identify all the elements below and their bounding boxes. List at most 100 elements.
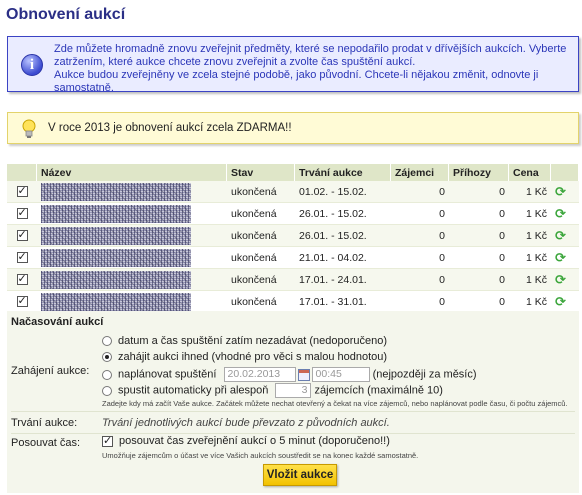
- refresh-icon[interactable]: ⟳: [551, 203, 579, 225]
- shift-option[interactable]: posouvat čas zveřejnění aukcí o 5 minut …: [102, 434, 390, 447]
- refresh-icon[interactable]: ⟳: [551, 291, 579, 313]
- blurred-title-image: [41, 248, 191, 267]
- row-interested: 0: [391, 291, 449, 313]
- option-now-label: zahájit aukci ihned (vhodné pro věci s m…: [118, 351, 388, 363]
- row-status: ukončená: [227, 203, 295, 225]
- row-select-checkbox[interactable]: [7, 203, 37, 225]
- row-price: 1 Kč: [509, 247, 551, 269]
- row-status: ukončená: [227, 225, 295, 247]
- refresh-icon[interactable]: ⟳: [551, 269, 579, 291]
- option-planned[interactable]: naplánovat spuštění 20.02.2013 00:45 (nej…: [102, 367, 477, 382]
- checkbox[interactable]: [16, 272, 28, 286]
- row-status: ukončená: [227, 181, 295, 203]
- shift-label: Posouvat čas:: [11, 437, 81, 449]
- checkbox[interactable]: [16, 294, 28, 308]
- settings-heading: Načasování aukcí: [11, 316, 104, 328]
- radio-later[interactable]: [102, 336, 112, 347]
- radio-now[interactable]: [102, 352, 112, 363]
- refresh-icon[interactable]: ⟳: [555, 294, 566, 309]
- table-header-row: Název Stav Trvání aukce Zájemci Příhozy …: [7, 164, 579, 181]
- row-interested: 0: [391, 269, 449, 291]
- lightbulb-icon: [22, 119, 36, 138]
- duration-text: Trvání jednotlivých aukcí bude převzato …: [102, 417, 390, 429]
- row-duration: 26.01. - 15.02.: [295, 225, 391, 247]
- option-auto[interactable]: spustit automaticky při alespoň 3 zájemc…: [102, 383, 443, 398]
- row-price: 1 Kč: [509, 269, 551, 291]
- row-select-checkbox[interactable]: [7, 181, 37, 203]
- auctions-table-wrap: Název Stav Trvání aukce Zájemci Příhozy …: [7, 164, 579, 313]
- row-status: ukončená: [227, 291, 295, 313]
- checkbox[interactable]: [16, 206, 28, 220]
- shift-checkbox[interactable]: [102, 434, 113, 447]
- timing-settings: Načasování aukcí Zahájení aukce: datum a…: [7, 311, 579, 493]
- refresh-icon[interactable]: ⟳: [551, 225, 579, 247]
- col-status[interactable]: Stav: [227, 164, 295, 181]
- refresh-icon[interactable]: ⟳: [555, 206, 566, 221]
- checkbox[interactable]: [16, 184, 28, 198]
- row-bids: 0: [449, 181, 509, 203]
- row-interested: 0: [391, 225, 449, 247]
- row-status: ukončená: [227, 247, 295, 269]
- submit-button[interactable]: Vložit aukce: [263, 464, 337, 486]
- radio-auto[interactable]: [102, 385, 112, 396]
- checkbox[interactable]: [16, 250, 28, 264]
- row-interested: 0: [391, 247, 449, 269]
- refresh-icon[interactable]: ⟳: [555, 184, 566, 199]
- refresh-icon[interactable]: ⟳: [555, 228, 566, 243]
- table-row: ukončená26.01. - 15.02.001 Kč⟳: [7, 203, 579, 225]
- option-auto-label: spustit automaticky při alespoň: [118, 384, 269, 397]
- radio-planned[interactable]: [102, 369, 112, 380]
- planned-time-input[interactable]: 00:45: [311, 367, 370, 382]
- row-title-obscured: [37, 203, 227, 225]
- duration-label: Trvání aukce:: [11, 417, 78, 429]
- refresh-icon[interactable]: ⟳: [555, 272, 566, 287]
- col-interested[interactable]: Zájemci: [391, 164, 449, 181]
- page-title: Obnovení aukcí: [6, 6, 126, 23]
- auto-count-input[interactable]: 3: [275, 383, 312, 398]
- row-select-checkbox[interactable]: [7, 291, 37, 313]
- row-price: 1 Kč: [509, 291, 551, 313]
- blurred-title-image: [41, 270, 191, 289]
- start-hint: Zadejte kdy má začít Vaše aukce. Začátek…: [102, 399, 568, 408]
- row-title-obscured: [37, 269, 227, 291]
- info-line: Aukce budou zveřejněny ve zcela stejné p…: [54, 69, 539, 94]
- table-row: ukončená01.02. - 15.02.001 Kč⟳: [7, 181, 579, 203]
- blurred-title-image: [41, 182, 191, 201]
- option-later[interactable]: datum a čas spuštění zatím nezadávat (ne…: [102, 335, 387, 347]
- table-row: ukončená17.01. - 31.01.001 Kč⟳: [7, 291, 579, 313]
- col-duration[interactable]: Trvání aukce: [295, 164, 391, 181]
- info-icon: i: [21, 54, 43, 76]
- info-line: zatržením, které aukce chcete znovu zveř…: [54, 56, 416, 68]
- option-now[interactable]: zahájit aukci ihned (vhodné pro věci s m…: [102, 351, 387, 363]
- info-line: Zde můžete hromadně znovu zveřejnit před…: [54, 43, 567, 55]
- row-select-checkbox[interactable]: [7, 269, 37, 291]
- tip-box: V roce 2013 je obnovení aukcí zcela ZDAR…: [7, 112, 579, 144]
- planned-date-input[interactable]: 20.02.2013: [223, 367, 296, 382]
- checkbox[interactable]: [16, 228, 28, 242]
- refresh-icon[interactable]: ⟳: [551, 247, 579, 269]
- refresh-icon[interactable]: ⟳: [551, 181, 579, 203]
- row-select-checkbox[interactable]: [7, 247, 37, 269]
- row-title-obscured: [37, 225, 227, 247]
- table-row: ukončená26.01. - 15.02.001 Kč⟳: [7, 225, 579, 247]
- option-later-label: datum a čas spuštění zatím nezadávat (ne…: [118, 335, 388, 347]
- row-duration: 17.01. - 24.01.: [295, 269, 391, 291]
- row-price: 1 Kč: [509, 225, 551, 247]
- col-name[interactable]: Název: [37, 164, 227, 181]
- row-title-obscured: [37, 181, 227, 203]
- row-select-checkbox[interactable]: [7, 225, 37, 247]
- shift-option-label: posouvat čas zveřejnění aukcí o 5 minut …: [119, 435, 390, 447]
- calendar-icon[interactable]: [297, 368, 310, 381]
- row-bids: 0: [449, 225, 509, 247]
- auctions-table: Název Stav Trvání aukce Zájemci Příhozy …: [7, 164, 579, 313]
- col-action: [551, 164, 579, 181]
- col-bids[interactable]: Příhozy: [449, 164, 509, 181]
- col-price[interactable]: Cena: [509, 164, 551, 181]
- row-bids: 0: [449, 247, 509, 269]
- blurred-title-image: [41, 292, 191, 311]
- row-bids: 0: [449, 269, 509, 291]
- row-duration: 01.02. - 15.02.: [295, 181, 391, 203]
- start-label: Zahájení aukce:: [11, 365, 90, 377]
- refresh-icon[interactable]: ⟳: [555, 250, 566, 265]
- tip-text: V roce 2013 je obnovení aukcí zcela ZDAR…: [48, 122, 292, 134]
